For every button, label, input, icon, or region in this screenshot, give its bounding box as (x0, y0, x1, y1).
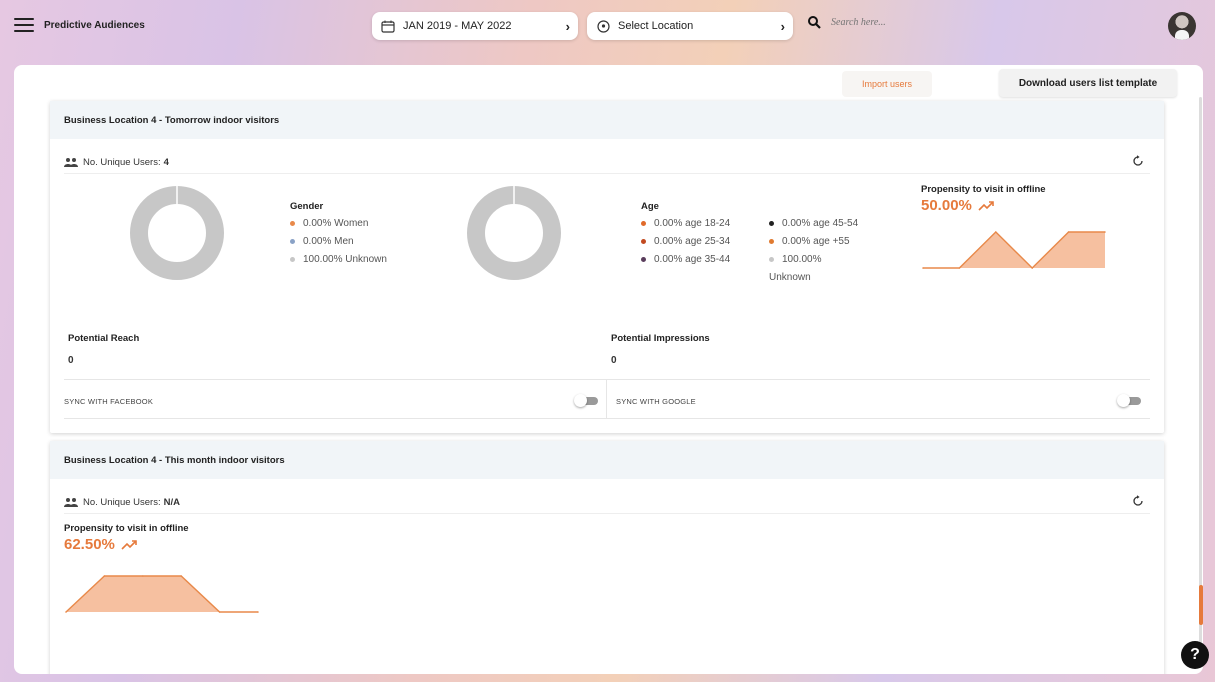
propensity-title: Propensity to visit in offline (64, 523, 189, 534)
legend-dot (769, 239, 774, 244)
search-icon[interactable] (808, 16, 821, 29)
unique-users-value: N/A (163, 496, 180, 508)
sparkline-point (257, 611, 259, 613)
legend-item-women: 0.00% Women (290, 218, 368, 229)
propensity-title: Propensity to visit in offline (921, 184, 1046, 195)
location-label: Select Location (618, 20, 694, 32)
propensity-value: 50.00% (921, 197, 994, 214)
people-icon (64, 158, 78, 167)
date-range-label: JAN 2019 - MAY 2022 (403, 20, 512, 32)
sparkline-point (65, 611, 67, 613)
location-selector[interactable]: Select Location › (587, 12, 793, 40)
chevron-right-icon: › (565, 18, 570, 34)
unique-users-value: 4 (163, 156, 169, 168)
refresh-icon[interactable] (1132, 495, 1144, 507)
scrollbar-track[interactable] (1199, 97, 1202, 657)
scrollbar-thumb[interactable] (1199, 585, 1203, 625)
card-title: Business Location 4 - This month indoor … (50, 441, 1164, 479)
legend-item-age-25-34: 0.00% age 25-34 (641, 236, 730, 247)
divider (606, 380, 607, 418)
legend-dot (641, 221, 646, 226)
unique-users-row: No. Unique Users: N/A (64, 491, 1150, 514)
sync-facebook-label: SYNC WITH FACEBOOK (64, 397, 154, 406)
trending-up-icon (978, 200, 994, 211)
propensity-sparkline-chart (65, 575, 259, 613)
legend-dot (290, 221, 295, 226)
legend-item-age-unknown-label: Unknown (769, 272, 811, 283)
potential-impressions-label: Potential Impressions (611, 333, 710, 344)
legend-item-age-55-plus: 0.00% age +55 (769, 236, 850, 247)
divider (64, 418, 1150, 419)
legend-item-unknown: 100.00% Unknown (290, 254, 387, 265)
legend-item-age-unknown: 100.00% (769, 254, 821, 265)
audience-card: Business Location 4 - Tomorrow indoor vi… (50, 101, 1164, 433)
legend-dot (769, 257, 774, 262)
sparkline-point (922, 267, 924, 269)
download-template-button[interactable]: Download users list template (999, 69, 1177, 97)
legend-item-age-45-54: 0.00% age 45-54 (769, 218, 858, 229)
date-range-selector[interactable]: JAN 2019 - MAY 2022 › (372, 12, 578, 40)
potential-reach-value: 0 (68, 355, 74, 366)
legend-item-age-18-24: 0.00% age 18-24 (641, 218, 730, 229)
unique-users-label: No. Unique Users: (83, 156, 161, 168)
unique-users-row: No. Unique Users: 4 (64, 151, 1150, 174)
calendar-icon (381, 19, 395, 33)
legend-dot (641, 239, 646, 244)
age-donut-chart (467, 186, 561, 280)
gender-title: Gender (290, 201, 324, 212)
unique-users-label: No. Unique Users: (83, 496, 161, 508)
avatar[interactable] (1168, 12, 1196, 40)
sparkline-point (142, 575, 144, 577)
audience-card: Business Location 4 - This month indoor … (50, 441, 1164, 674)
legend-dot (290, 257, 295, 262)
legend-dot (641, 257, 646, 262)
propensity-value: 62.50% (64, 536, 137, 553)
refresh-icon[interactable] (1132, 155, 1144, 167)
search-bar (808, 16, 953, 29)
help-button[interactable]: ? (1181, 641, 1209, 669)
potential-impressions-value: 0 (611, 355, 617, 366)
people-icon (64, 498, 78, 507)
legend-item-men: 0.00% Men (290, 236, 354, 247)
age-title: Age (641, 201, 659, 212)
location-pin-icon (596, 19, 610, 33)
top-bar: Predictive Audiences JAN 2019 - MAY 2022… (0, 0, 1215, 56)
sync-google-label: SYNC WITH GOOGLE (616, 397, 696, 406)
sparkline-point (218, 611, 221, 613)
main-panel: Import users Download users list templat… (14, 65, 1203, 674)
app-title: Predictive Audiences (44, 20, 145, 31)
sync-facebook-toggle[interactable] (574, 394, 598, 407)
sparkline-point (1031, 267, 1033, 269)
sync-google-toggle[interactable] (1117, 394, 1141, 407)
gender-donut-chart (130, 186, 224, 280)
sparkline-point (1104, 231, 1106, 233)
card-title: Business Location 4 - Tomorrow indoor vi… (50, 101, 1164, 139)
sparkline-point (958, 267, 961, 269)
hamburger-menu-icon[interactable] (14, 18, 34, 32)
sparkline-point (1067, 231, 1070, 233)
sparkline-point (180, 575, 182, 577)
legend-dot (290, 239, 295, 244)
import-users-button[interactable]: Import users (842, 71, 932, 97)
search-input[interactable] (829, 16, 953, 29)
propensity-sparkline-chart (922, 231, 1106, 269)
divider (64, 379, 1150, 380)
legend-item-age-35-44: 0.00% age 35-44 (641, 254, 730, 265)
sparkline-point (103, 575, 106, 577)
chevron-right-icon: › (780, 18, 785, 34)
sparkline-area (66, 576, 258, 612)
potential-reach-label: Potential Reach (68, 333, 140, 344)
legend-dot (769, 221, 774, 226)
sparkline-point (995, 231, 997, 233)
trending-up-icon (121, 539, 137, 550)
